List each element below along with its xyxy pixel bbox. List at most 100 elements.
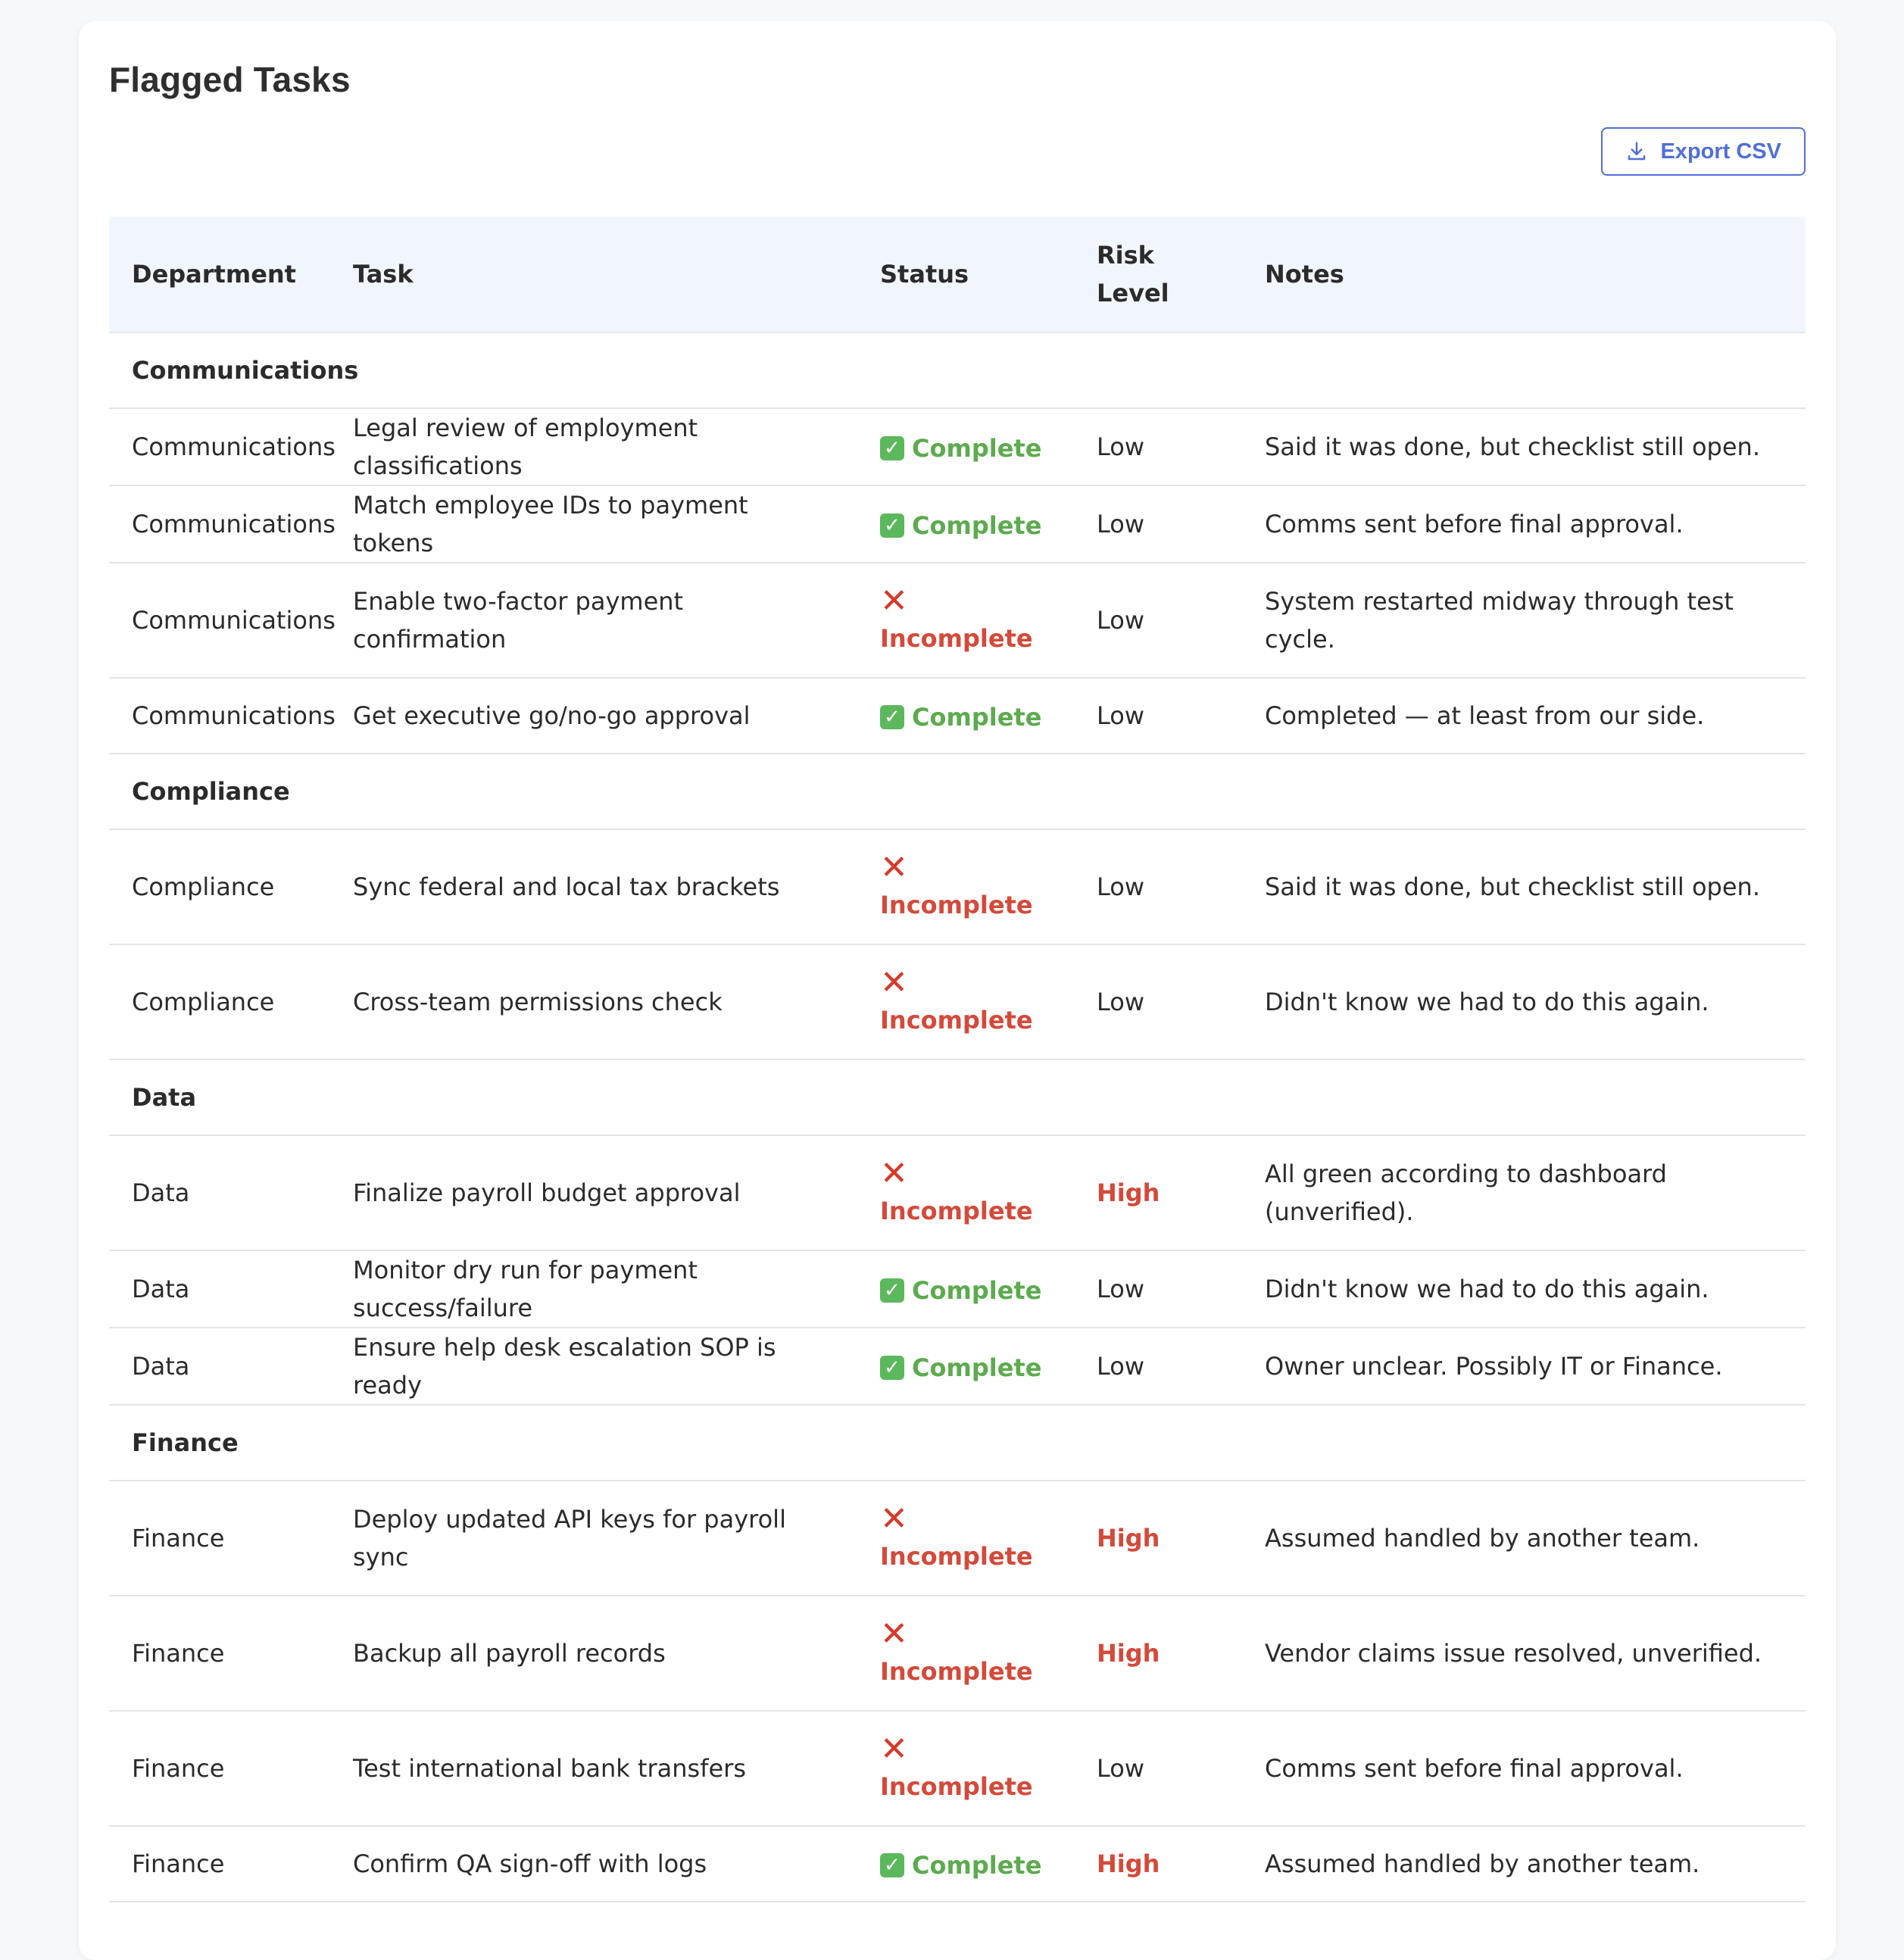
task-cell: Cross-team permissions check <box>330 944 857 1060</box>
notes-cell: Said it was done, but checklist still op… <box>1242 408 1806 486</box>
status-label: Incomplete <box>880 1006 1033 1035</box>
table-row[interactable]: Finance Test international bank transfers… <box>109 1711 1806 1827</box>
status-cell: ✕ Incomplete <box>857 944 1074 1060</box>
x-mark-icon: ✕ <box>880 582 908 620</box>
department-cell: Communications <box>109 408 336 486</box>
group-row: Compliance <box>109 754 1806 830</box>
notes-cell: Owner unclear. Possibly IT or Finance. <box>1242 1328 1806 1406</box>
status-cell: ✕ Incomplete <box>857 1481 1074 1596</box>
task-cell: Monitor dry run for payment success/fail… <box>330 1250 857 1328</box>
check-box-icon: ✓ <box>880 1278 904 1303</box>
status-label: Complete <box>912 1353 1042 1382</box>
risk-level-cell: Low <box>1074 1250 1242 1328</box>
table-row[interactable]: Compliance Sync federal and local tax bra… <box>109 829 1806 945</box>
task-cell: Deploy updated API keys for payroll sync <box>330 1481 857 1596</box>
department-cell: Communications <box>109 678 336 754</box>
table-row[interactable]: Finance Deploy updated API keys for payro… <box>109 1481 1806 1596</box>
group-heading: Communications <box>109 332 1806 409</box>
status-cell: ✕ Incomplete <box>857 1135 1074 1251</box>
notes-cell: Didn't know we had to do this again. <box>1242 944 1806 1060</box>
group-row: Communications <box>109 332 1806 409</box>
status-label: Incomplete <box>880 1772 1033 1801</box>
department-cell: Data <box>109 1135 330 1251</box>
task-cell: Test international bank transfers <box>330 1711 857 1827</box>
status-cell: ✓ Complete <box>857 1826 1074 1902</box>
status-complete: ✓ Complete <box>880 698 1041 736</box>
group-row: Finance <box>109 1405 1806 1481</box>
status-complete: ✓ Complete <box>880 1846 1041 1884</box>
task-cell: Get executive go/no-go approval <box>330 678 857 754</box>
table-row[interactable]: Communications Enable two-factor payment … <box>109 563 1806 679</box>
status-cell: ✕ Incomplete <box>857 1596 1074 1712</box>
notes-cell: Completed — at least from our side. <box>1242 678 1806 754</box>
department-cell: Compliance <box>109 829 330 945</box>
task-cell: Match employee IDs to payment tokens <box>330 485 857 563</box>
notes-cell: Vendor claims issue resolved, unverified… <box>1242 1596 1806 1712</box>
status-label: Complete <box>912 1850 1042 1880</box>
notes-cell: Comms sent before final approval. <box>1242 1711 1806 1827</box>
risk-level-cell: Low <box>1074 485 1242 563</box>
check-box-icon: ✓ <box>880 513 904 538</box>
group-heading: Data <box>109 1060 1806 1136</box>
notes-cell: Didn't know we had to do this again. <box>1242 1250 1806 1328</box>
table-row[interactable]: Finance Confirm QA sign-off with logs ✓ Com… <box>109 1826 1806 1902</box>
status-cell: ✓ Complete <box>857 1328 1074 1406</box>
table-row[interactable]: Communications Match employee IDs to paym… <box>109 485 1806 563</box>
department-cell: Finance <box>109 1711 330 1827</box>
status-label: Complete <box>912 433 1042 463</box>
table-row[interactable]: Data Finalize payroll budget approval ✕ Inc… <box>109 1135 1806 1251</box>
page-title: Flagged Tasks <box>109 60 351 99</box>
risk-level-cell: Low <box>1074 1711 1242 1827</box>
notes-cell: Said it was done, but checklist still op… <box>1242 829 1806 945</box>
group-row: Data <box>109 1060 1806 1136</box>
department-cell: Data <box>109 1250 330 1328</box>
department-cell: Compliance <box>109 944 330 1060</box>
x-mark-icon: ✕ <box>880 1500 908 1538</box>
table-row[interactable]: Communications Get executive go/no-go app… <box>109 678 1806 754</box>
status-label: Complete <box>912 510 1042 540</box>
status-label: Incomplete <box>880 1542 1033 1571</box>
status-label: Complete <box>912 702 1042 732</box>
task-cell: Backup all payroll records <box>330 1596 857 1712</box>
status-cell: ✕ Incomplete <box>857 1711 1074 1827</box>
department-cell: Communications <box>109 485 336 563</box>
department-cell: Communications <box>109 563 336 679</box>
task-cell: Sync federal and local tax brackets <box>330 829 857 945</box>
risk-level-cell: Low <box>1074 829 1242 945</box>
task-cell: Ensure help desk escalation SOP is ready <box>330 1328 857 1406</box>
column-header-department[interactable]: Department <box>109 217 330 333</box>
x-mark-icon: ✕ <box>880 963 908 1002</box>
status-label: Incomplete <box>880 891 1033 919</box>
risk-level-cell: Low <box>1074 408 1242 486</box>
notes-cell: Assumed handled by another team. <box>1242 1826 1806 1902</box>
table-row[interactable]: Compliance Cross-team permissions check ✕ I… <box>109 944 1806 1060</box>
column-header-status[interactable]: Status <box>857 217 1074 333</box>
export-csv-button[interactable]: Export CSV <box>1601 127 1806 176</box>
download-icon <box>1625 140 1648 163</box>
task-cell: Finalize payroll budget approval <box>330 1135 857 1251</box>
task-cell: Legal review of employment classificatio… <box>330 408 857 486</box>
status-complete: ✓ Complete <box>880 1349 1041 1387</box>
table-row[interactable]: Data Monitor dry run for payment success/… <box>109 1250 1806 1328</box>
column-header-risk-level[interactable]: Risk Level <box>1074 217 1242 333</box>
x-mark-icon: ✕ <box>880 1730 908 1768</box>
department-cell: Data <box>109 1328 330 1406</box>
status-complete: ✓ Complete <box>880 1272 1041 1309</box>
table-body: Communications Communications Legal review… <box>109 332 1806 1902</box>
status-cell: ✓ Complete <box>857 408 1074 486</box>
column-header-task[interactable]: Task <box>330 217 857 333</box>
status-complete: ✓ Complete <box>880 507 1041 545</box>
group-heading: Finance <box>109 1405 1806 1481</box>
notes-cell: System restarted midway through test cyc… <box>1242 563 1806 679</box>
table-row[interactable]: Data Ensure help desk escalation SOP is r… <box>109 1328 1806 1406</box>
group-heading: Compliance <box>109 754 1806 830</box>
status-cell: ✓ Complete <box>857 1250 1074 1328</box>
table-row[interactable]: Communications Legal review of employment… <box>109 408 1806 486</box>
status-cell: ✓ Complete <box>857 678 1074 754</box>
column-header-notes[interactable]: Notes <box>1242 217 1806 333</box>
table-row[interactable]: Finance Backup all payroll records ✕ Incomp… <box>109 1596 1806 1712</box>
status-label: Incomplete <box>880 624 1033 653</box>
risk-level-cell: Low <box>1074 944 1242 1060</box>
notes-cell: All green according to dashboard (unveri… <box>1242 1135 1806 1251</box>
risk-level-cell: Low <box>1074 1328 1242 1406</box>
